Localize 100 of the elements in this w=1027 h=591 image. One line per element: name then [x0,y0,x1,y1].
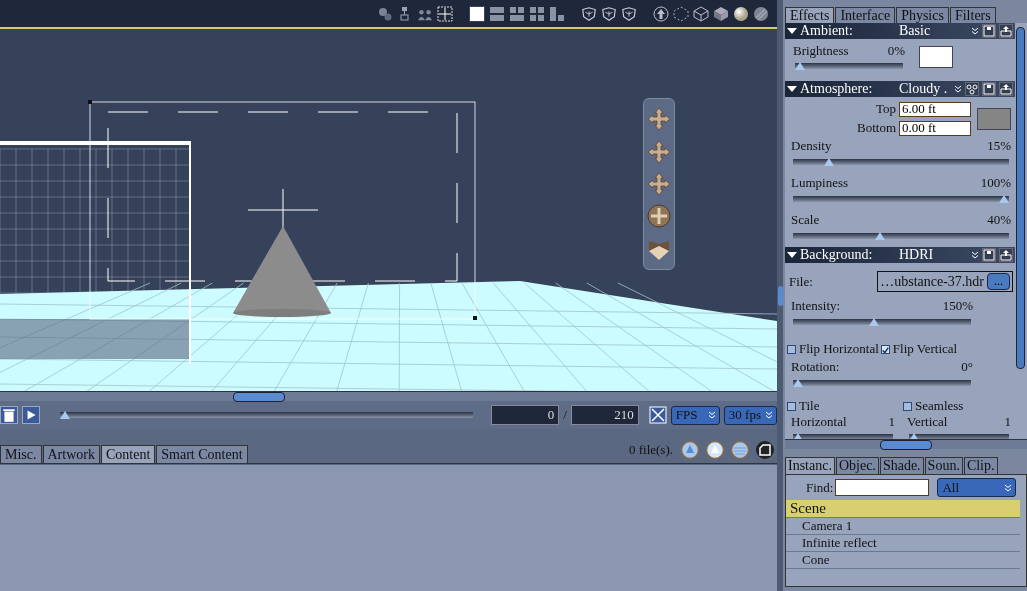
field-label: Top [875,101,896,117]
color-swatch[interactable] [919,46,953,68]
nodes-icon[interactable] [965,82,979,96]
splitter-handle[interactable] [778,285,783,306]
slider-label: Vertical [907,414,948,430]
panel-tab[interactable]: Interface [835,7,896,23]
tree-item[interactable]: Infinite reflect [786,535,1020,552]
layout-button[interactable] [469,5,485,22]
panel-tab[interactable]: Filters [949,7,996,23]
slider-track[interactable] [793,378,971,388]
four-arrows-icon[interactable] [647,107,671,132]
up-arrow-circle-icon[interactable] [653,5,669,22]
slider-track[interactable] [793,194,1009,204]
slider-thumb[interactable] [868,318,879,326]
input-field[interactable]: 0.00 ft [899,120,971,136]
cube-shield-icon[interactable] [601,5,617,22]
slider-value: 150% [942,298,973,314]
tree-item[interactable]: Camera 1 [786,518,1020,535]
checkbox[interactable] [787,344,796,354]
triangle-circle-icon[interactable] [680,440,700,460]
file-count: 0 file(s). [628,442,673,458]
sphere-arrows-icon[interactable] [647,204,671,229]
section-title: Atmosphere: [800,81,874,97]
textured-sphere-icon[interactable] [753,5,769,22]
slider-value: 0% [887,43,905,59]
file-field[interactable]: …ubstance-37.hdr ... [877,271,1013,292]
browse-button[interactable]: ... [987,273,1010,290]
upload-icon[interactable] [999,24,1013,38]
field-label: File: [789,273,813,290]
timeline-slider[interactable] [60,410,474,420]
save-icon[interactable] [982,24,996,38]
solid-cube-icon[interactable] [713,5,729,22]
end-frame-field[interactable]: 210 [570,405,639,425]
splitter-handle[interactable] [880,440,932,450]
color-swatch[interactable] [977,107,1011,130]
section-header[interactable]: Atmosphere: Cloudy . [785,81,1015,97]
chevron-icon[interactable] [971,27,979,35]
striped-circle-icon[interactable] [730,440,750,460]
library-tab[interactable]: Content [100,445,156,463]
chevron-icon[interactable] [971,251,979,259]
slider-track[interactable] [793,157,1009,167]
outliner-tab[interactable]: Clip. [963,457,998,474]
library-tab[interactable]: Artwork [42,445,100,463]
upload-icon[interactable] [999,82,1013,96]
scrollbar[interactable] [1016,27,1025,369]
cube-shield-icon[interactable] [621,5,637,22]
outliner-tab[interactable]: Soun. [924,457,963,474]
preset-dropdown[interactable]: HDRI [899,247,968,263]
library-tab[interactable]: Smart Content [156,445,248,463]
collapse-triangle-icon[interactable] [787,251,797,259]
slider-label: Rotation: [791,359,840,375]
slider-track[interactable] [793,231,1009,241]
outliner-tab[interactable]: Objec. [835,457,879,474]
splitter-handle[interactable] [232,392,285,402]
four-arrows-icon[interactable] [647,139,671,164]
slider-thumb[interactable] [999,195,1009,203]
upload-icon[interactable] [999,248,1013,262]
cube-shield-icon[interactable] [581,5,597,22]
slider-thumb[interactable] [823,158,834,166]
triangle-circle-icon[interactable] [705,440,725,460]
page-corner-icon[interactable] [755,440,775,460]
play-icon[interactable] [22,406,40,424]
lights-icon[interactable] [377,5,393,22]
save-icon[interactable] [982,82,996,96]
shaded-sphere-icon[interactable] [733,5,749,22]
chevron-icon[interactable] [954,85,962,93]
slider-track[interactable] [795,61,903,71]
trash-icon[interactable] [0,406,18,424]
slider-thumb[interactable] [795,62,805,70]
section-header[interactable]: Ambient: Basic [785,23,1015,39]
collapse-triangle-icon[interactable] [787,27,797,35]
input-field[interactable]: 6.00 ft [899,101,971,117]
panel-tab[interactable]: Effects [785,7,835,23]
crossed-box-icon[interactable] [648,406,667,424]
collapse-triangle-icon[interactable] [787,85,797,93]
slider-thumb[interactable] [793,379,803,387]
tree-item[interactable]: Scene [786,500,1020,518]
checkbox[interactable] [880,344,890,354]
section-title: Ambient: [800,23,854,39]
section-header[interactable]: Background: HDRI [785,247,1015,263]
library-tab[interactable]: Misc. [0,445,42,463]
grid-cube-icon[interactable] [437,5,453,22]
save-icon[interactable] [982,248,996,262]
checkbox[interactable] [787,401,796,411]
tree-item[interactable]: Cone [786,552,1020,569]
slider-value: 40% [987,212,1011,228]
panel-tab[interactable]: Physics [896,7,949,23]
four-arrows-icon[interactable] [647,171,671,196]
preset-dropdown[interactable]: Basic [899,23,968,39]
slider-track[interactable] [793,317,971,327]
preset-dropdown[interactable]: Cloudy . [899,81,951,97]
slider-label: Brightness [793,43,849,59]
wireframe-cube-icon[interactable] [693,5,709,22]
slider-thumb[interactable] [60,411,70,419]
outliner-tab[interactable]: Instanc. [785,457,835,474]
checkbox[interactable] [903,401,912,411]
slider-value: 1 [888,414,895,430]
current-frame-field[interactable]: 0 [491,405,560,425]
outliner-tab[interactable]: Shade. [879,457,924,474]
find-field[interactable] [835,479,930,496]
